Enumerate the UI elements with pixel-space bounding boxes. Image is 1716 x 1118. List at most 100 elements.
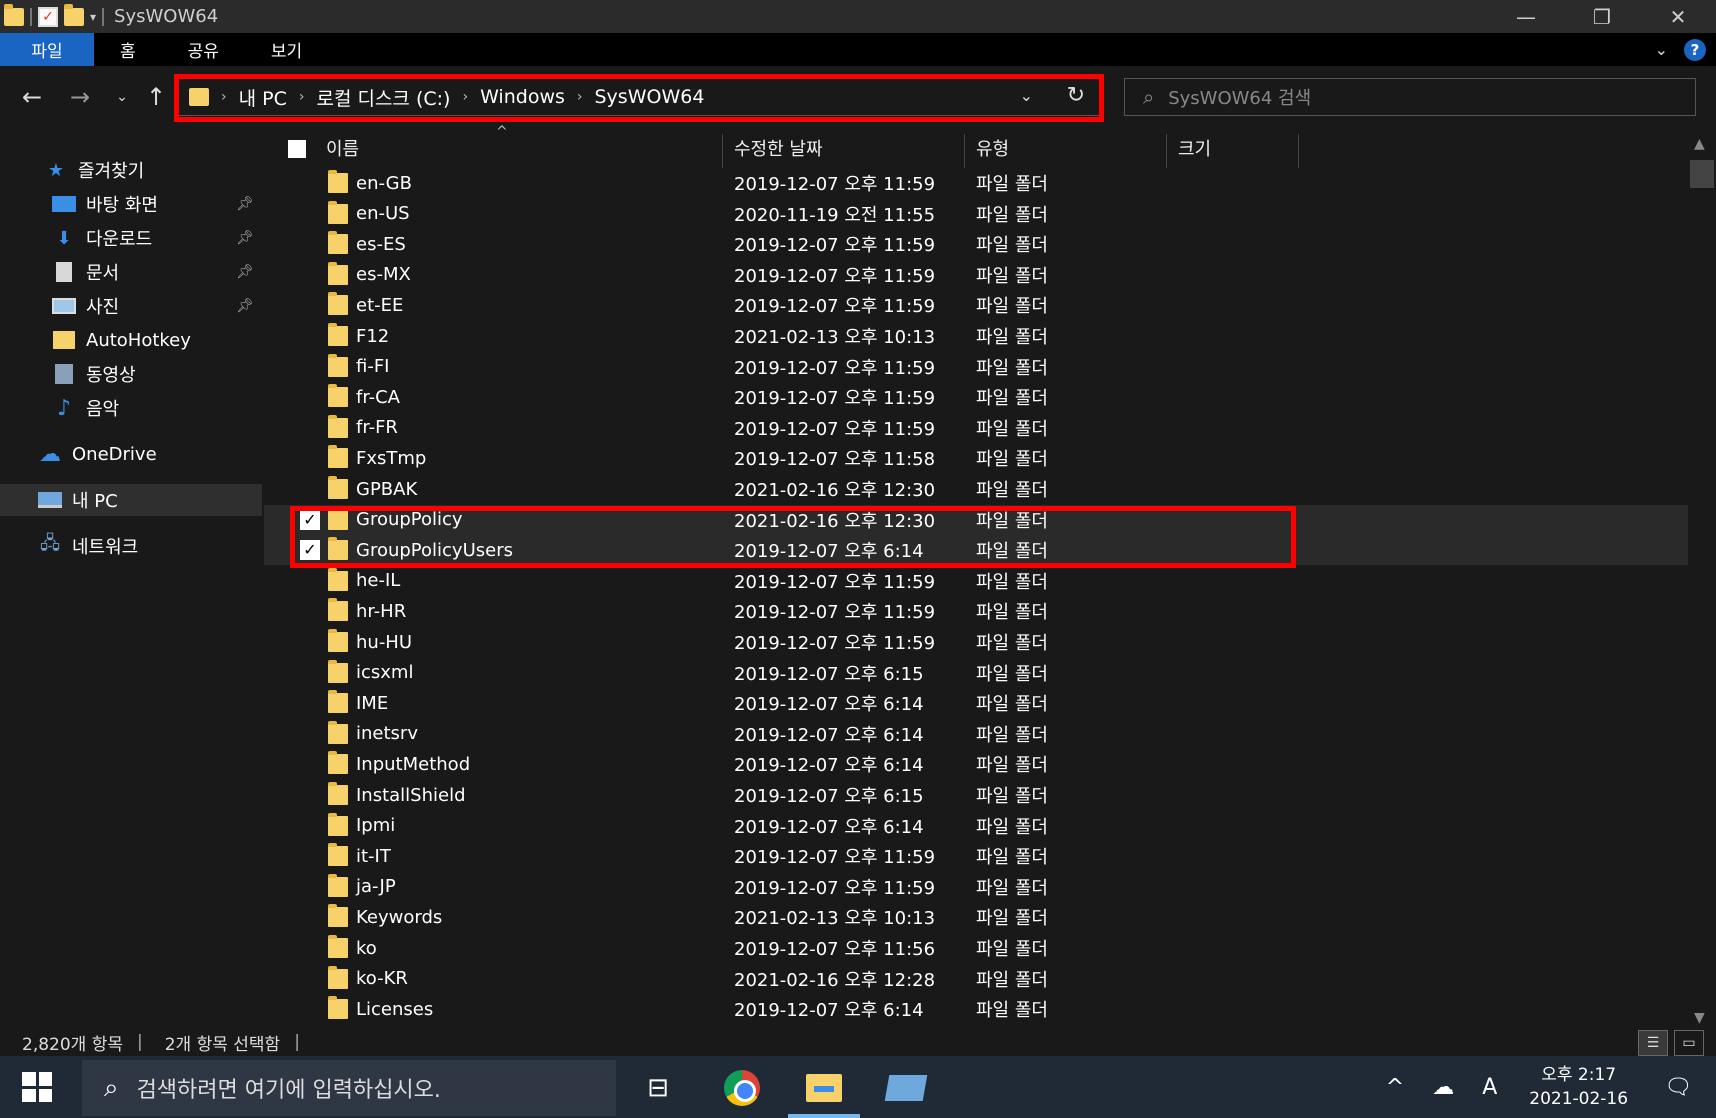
tab-view[interactable]: 보기 xyxy=(245,33,328,66)
properties-icon[interactable]: ✓ xyxy=(38,6,58,27)
download-icon: ⬇ xyxy=(56,227,72,249)
file-row[interactable]: es-MX 2019-12-07 오후 11:59 파일 폴더 xyxy=(264,260,1688,290)
file-date: 2019-12-07 오후 11:59 xyxy=(734,633,936,654)
file-row[interactable]: ko-KR 2021-02-16 오후 12:28 파일 폴더 xyxy=(264,964,1688,994)
file-date: 2019-12-07 오후 11:59 xyxy=(734,602,936,624)
vertical-scrollbar[interactable]: ▲ ▼ xyxy=(1688,130,1716,1028)
file-row[interactable]: fr-CA 2019-12-07 오후 11:59 파일 폴더 xyxy=(264,382,1688,412)
onedrive-cloud-icon[interactable]: ☁ xyxy=(1432,1075,1454,1100)
selection-highlight-box xyxy=(290,506,1296,568)
up-arrow-icon[interactable]: ↑ xyxy=(142,82,170,112)
file-type: 파일 폴더 xyxy=(976,204,1048,226)
help-icon[interactable]: ? xyxy=(1684,38,1706,61)
expand-ribbon-icon[interactable]: ⌄ xyxy=(1655,40,1668,59)
folder-icon xyxy=(328,690,348,714)
navigation-pane: ★ 즐겨찾기 바탕 화면 📌︎ ⬇ 다운로드 📌︎ 문서 📌︎ 사진 📌︎ Au… xyxy=(0,130,262,1028)
folder-icon xyxy=(328,353,348,377)
file-row[interactable]: InstallShield 2019-12-07 오후 6:15 파일 폴더 xyxy=(264,780,1688,810)
sidebar-item-autohotkey[interactable]: AutoHotkey xyxy=(0,324,262,356)
file-row[interactable]: he-IL 2019-12-07 오후 11:59 파일 폴더 xyxy=(264,566,1688,596)
file-row[interactable]: ko 2019-12-07 오후 11:56 파일 폴더 xyxy=(264,933,1688,963)
column-header-name[interactable]: 이름 xyxy=(326,130,359,166)
folder-icon xyxy=(4,3,24,26)
file-row[interactable]: fr-FR 2019-12-07 오후 11:59 파일 폴더 xyxy=(264,413,1688,443)
file-date: 2019-12-07 오후 11:59 xyxy=(734,388,936,410)
column-header-size[interactable]: 크기 xyxy=(1178,130,1211,166)
file-row[interactable]: GPBAK 2021-02-16 오후 12:30 파일 폴더 xyxy=(264,474,1688,504)
active-app-indicator xyxy=(788,1114,860,1118)
customize-dropdown-icon[interactable]: ▾ xyxy=(90,10,96,24)
file-row[interactable]: IME 2019-12-07 오후 6:14 파일 폴더 xyxy=(264,688,1688,718)
column-header-date[interactable]: 수정한 날짜 xyxy=(734,130,823,166)
sidebar-item-network[interactable]: 🖧︎ 네트워크 xyxy=(0,530,262,562)
chevron-up-icon[interactable]: ^ xyxy=(1386,1075,1404,1100)
tab-file[interactable]: 파일 xyxy=(0,33,94,66)
sidebar-item-desktop[interactable]: 바탕 화면 📌︎ xyxy=(0,188,262,220)
sidebar-item-my-pc[interactable]: 내 PC xyxy=(0,484,262,516)
file-row[interactable]: Licenses 2019-12-07 오후 6:14 파일 폴더 xyxy=(264,994,1688,1024)
file-row[interactable]: FxsTmp 2019-12-07 오후 11:58 파일 폴더 xyxy=(264,443,1688,473)
file-row[interactable]: et-EE 2019-12-07 오후 11:59 파일 폴더 xyxy=(264,290,1688,320)
pin-icon[interactable]: 📌︎ xyxy=(236,264,254,280)
file-row[interactable]: en-US 2020-11-19 오전 11:55 파일 폴더 xyxy=(264,199,1688,229)
file-explorer-icon[interactable] xyxy=(802,1066,846,1110)
column-divider[interactable] xyxy=(1298,134,1299,168)
restore-button[interactable]: ❐ xyxy=(1564,0,1640,33)
clock-date: 2021-02-16 xyxy=(1529,1089,1629,1109)
windows-start-icon[interactable] xyxy=(22,1072,52,1102)
input-method-indicator[interactable]: A xyxy=(1482,1075,1497,1100)
clock[interactable]: 오후 2:17 2021-02-16 xyxy=(1529,1063,1628,1111)
sidebar-item-documents[interactable]: 문서 📌︎ xyxy=(0,256,262,288)
sidebar-item-pictures[interactable]: 사진 📌︎ xyxy=(0,290,262,322)
sidebar-item-onedrive[interactable]: ☁ OneDrive xyxy=(0,438,262,470)
taskbar-search-box[interactable]: ⌕ 검색하려면 여기에 입력하십시오. xyxy=(82,1060,616,1116)
search-box[interactable]: ⌕ SysWOW64 검색 xyxy=(1124,78,1696,116)
file-row[interactable]: hr-HR 2019-12-07 오후 11:59 파일 폴더 xyxy=(264,596,1688,626)
column-divider[interactable] xyxy=(722,134,723,168)
close-button[interactable]: ✕ xyxy=(1640,0,1716,33)
forward-arrow-icon[interactable]: → xyxy=(66,82,94,112)
select-all-checkbox[interactable] xyxy=(288,140,306,158)
minimize-button[interactable]: — xyxy=(1488,0,1564,33)
file-row[interactable]: it-IT 2019-12-07 오후 11:59 파일 폴더 xyxy=(264,841,1688,871)
remote-desktop-icon[interactable] xyxy=(884,1066,928,1110)
file-row[interactable]: ja-JP 2019-12-07 오후 11:59 파일 폴더 xyxy=(264,872,1688,902)
pin-icon[interactable]: 📌︎ xyxy=(236,196,254,212)
file-row[interactable]: icsxml 2019-12-07 오후 6:15 파일 폴더 xyxy=(264,658,1688,688)
column-header-type[interactable]: 유형 xyxy=(976,130,1009,166)
file-row[interactable]: InputMethod 2019-12-07 오후 6:14 파일 폴더 xyxy=(264,749,1688,779)
file-row[interactable]: en-GB 2019-12-07 오후 11:59 파일 폴더 xyxy=(264,168,1688,198)
chrome-icon[interactable] xyxy=(720,1066,764,1110)
file-row[interactable]: es-ES 2019-12-07 오후 11:59 파일 폴더 xyxy=(264,229,1688,259)
sidebar-item-videos[interactable]: 동영상 xyxy=(0,358,262,390)
recent-locations-icon[interactable]: ⌄ xyxy=(112,82,132,112)
file-row[interactable]: Keywords 2021-02-13 오후 10:13 파일 폴더 xyxy=(264,902,1688,932)
sidebar-item-music[interactable]: ♪ 음악 xyxy=(0,392,262,424)
new-folder-icon[interactable] xyxy=(64,3,84,26)
file-row[interactable]: F12 2021-02-13 오후 10:13 파일 폴더 xyxy=(264,321,1688,351)
file-row[interactable]: fi-FI 2019-12-07 오후 11:59 파일 폴더 xyxy=(264,352,1688,382)
file-row[interactable]: hu-HU 2019-12-07 오후 11:59 파일 폴더 xyxy=(264,627,1688,657)
large-icons-view-icon[interactable]: ▭ xyxy=(1674,1030,1704,1056)
scroll-up-icon[interactable]: ▲ xyxy=(1694,136,1705,152)
window-controls: — ❐ ✕ xyxy=(1488,0,1716,33)
sort-ascending-icon: ^ xyxy=(496,124,508,140)
sidebar-item-downloads[interactable]: ⬇ 다운로드 📌︎ xyxy=(0,222,262,254)
file-row[interactable]: Ipmi 2019-12-07 오후 6:14 파일 폴더 xyxy=(264,811,1688,841)
back-arrow-icon[interactable]: ← xyxy=(18,82,46,112)
column-divider[interactable] xyxy=(964,134,965,168)
pin-icon[interactable]: 📌︎ xyxy=(236,230,254,246)
task-view-icon[interactable]: ⊟ xyxy=(636,1066,680,1110)
notification-icon[interactable]: 🗨︎ xyxy=(1664,1075,1692,1100)
tab-home[interactable]: 홈 xyxy=(94,33,162,66)
scroll-down-icon[interactable]: ▼ xyxy=(1694,1010,1705,1026)
column-divider[interactable] xyxy=(1166,134,1167,168)
file-name: hr-HR xyxy=(356,600,407,622)
file-row[interactable]: inetsrv 2019-12-07 오후 6:14 파일 폴더 xyxy=(264,719,1688,749)
folder-icon xyxy=(328,261,348,285)
details-view-icon[interactable]: ☰ xyxy=(1638,1030,1668,1056)
pin-icon[interactable]: 📌︎ xyxy=(236,298,254,314)
scroll-thumb[interactable] xyxy=(1690,160,1714,188)
sidebar-item-favorites[interactable]: ★ 즐겨찾기 xyxy=(0,154,262,186)
tab-share[interactable]: 공유 xyxy=(162,33,245,66)
